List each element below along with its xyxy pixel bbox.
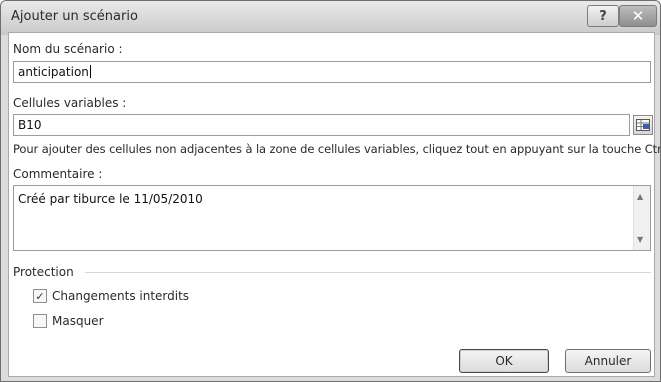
changing-cells-label: Cellules variables : bbox=[13, 96, 127, 110]
range-picker-button[interactable] bbox=[633, 115, 653, 135]
comment-label: Commentaire : bbox=[13, 167, 103, 181]
range-picker-icon bbox=[636, 119, 650, 131]
changing-cells-input[interactable]: B10 bbox=[13, 114, 630, 136]
scenario-name-value: anticipation bbox=[18, 65, 89, 79]
help-icon: ? bbox=[599, 8, 607, 24]
changing-cells-value: B10 bbox=[18, 118, 42, 132]
scroll-down-icon[interactable]: ▼ bbox=[637, 235, 643, 244]
prevent-changes-checkbox[interactable]: ✓ bbox=[33, 289, 47, 303]
dialog-body: Nom du scénario : anticipation Cellules … bbox=[8, 32, 660, 377]
scroll-up-icon[interactable]: ▲ bbox=[637, 192, 643, 201]
changing-cells-hint: Pour ajouter des cellules non adjacentes… bbox=[13, 142, 661, 156]
close-icon: ✕ bbox=[631, 7, 645, 25]
protection-group-label: Protection bbox=[13, 265, 74, 279]
add-scenario-dialog: Ajouter un scénario ? ✕ Nom du scénario … bbox=[0, 0, 661, 382]
protection-divider bbox=[85, 272, 651, 273]
comment-textarea[interactable]: Créé par tiburce le 11/05/2010 ▲ ▼ bbox=[13, 185, 651, 251]
dialog-title: Ajouter un scénario bbox=[11, 9, 138, 24]
title-bar[interactable]: Ajouter un scénario ? ✕ bbox=[1, 1, 660, 35]
hide-label[interactable]: Masquer bbox=[52, 314, 104, 328]
text-caret bbox=[89, 65, 91, 78]
prevent-changes-label[interactable]: Changements interdits bbox=[52, 289, 189, 303]
cancel-button[interactable]: Annuler bbox=[565, 349, 651, 373]
checkmark-icon: ✓ bbox=[35, 289, 45, 303]
help-button[interactable]: ? bbox=[587, 5, 619, 27]
close-button[interactable]: ✕ bbox=[619, 5, 657, 27]
comment-scrollbar[interactable]: ▲ ▼ bbox=[633, 186, 650, 250]
ok-button[interactable]: OK bbox=[459, 349, 549, 373]
scenario-name-label: Nom du scénario : bbox=[13, 42, 123, 56]
scenario-name-input[interactable]: anticipation bbox=[13, 61, 651, 83]
comment-value: Créé par tiburce le 11/05/2010 bbox=[18, 192, 203, 206]
hide-checkbox[interactable] bbox=[33, 314, 47, 328]
